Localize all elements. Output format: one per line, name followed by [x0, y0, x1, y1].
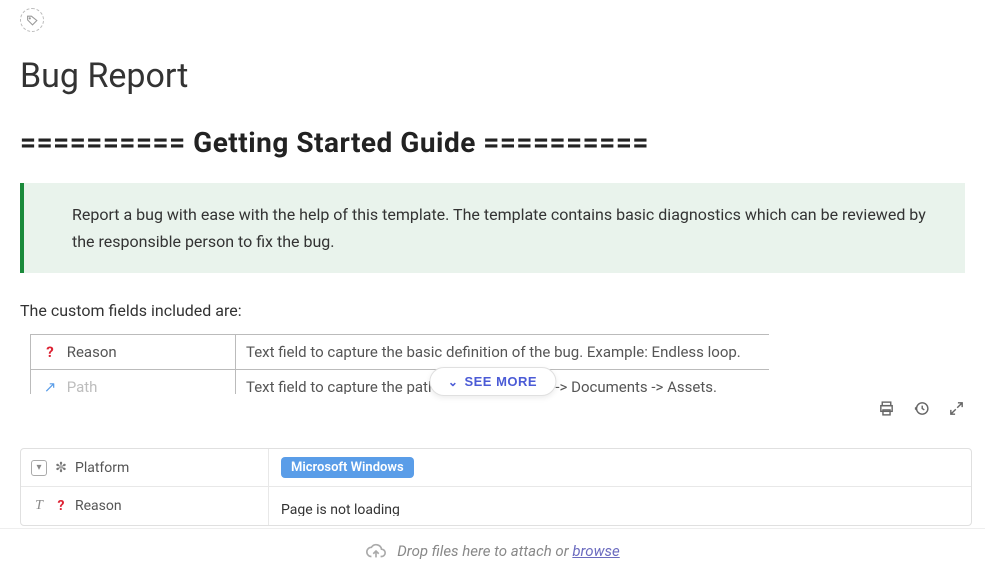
guide-heading: ========== Getting Started Guide =======… — [20, 126, 965, 159]
field-name: Reason — [67, 343, 117, 361]
doc-toolbar — [878, 400, 965, 417]
cloud-upload-icon — [365, 540, 387, 562]
details-row-reason: T ? Reason Page is not loading — [21, 487, 971, 525]
see-more-button[interactable]: ⌄ SEE MORE — [429, 367, 556, 396]
field-value-reason[interactable]: Page is not loading — [269, 496, 971, 516]
gear-icon: ✼ — [53, 460, 69, 476]
print-icon[interactable] — [878, 400, 895, 417]
custom-fields-subhead: The custom fields included are: — [20, 301, 965, 320]
field-value-platform[interactable]: Microsoft Windows — [269, 451, 971, 484]
arrow-icon: ↗ — [41, 378, 59, 394]
info-table: ? Reason Text field to capture the basic… — [30, 334, 769, 394]
browse-link[interactable]: browse — [572, 542, 619, 560]
question-mark-icon: ? — [41, 343, 59, 361]
dropdown-type-icon: ▾ — [31, 460, 47, 476]
table-row: ? Reason Text field to capture the basic… — [31, 335, 770, 370]
intro-callout: Report a bug with ease with the help of … — [20, 183, 965, 273]
question-mark-icon: ? — [53, 498, 69, 514]
info-table-clip: ? Reason Text field to capture the basic… — [30, 334, 769, 394]
chevron-down-icon: ⌄ — [448, 375, 459, 389]
expand-icon[interactable] — [948, 400, 965, 417]
text-type-icon: T — [31, 498, 47, 514]
tag-button[interactable] — [20, 8, 44, 32]
details-panel: ▾ ✼ Platform Microsoft Windows T ? Reaso… — [20, 448, 972, 526]
see-more-label: SEE MORE — [464, 374, 537, 389]
attachment-dropzone[interactable]: Drop files here to attach or browse — [0, 528, 985, 572]
dropzone-text: Drop files here to attach or — [397, 542, 572, 560]
tag-icon — [26, 14, 39, 27]
field-label: Reason — [75, 498, 122, 514]
history-icon[interactable] — [913, 400, 930, 417]
field-label: Platform — [75, 460, 129, 476]
platform-pill[interactable]: Microsoft Windows — [281, 457, 414, 478]
details-row-platform: ▾ ✼ Platform Microsoft Windows — [21, 449, 971, 487]
field-name: Path — [67, 378, 98, 394]
page-title: Bug Report — [20, 56, 965, 96]
table-row: ↗ Path Text field to capture the path. E… — [31, 370, 770, 395]
field-desc: Text field to capture the basic definiti… — [236, 335, 770, 370]
